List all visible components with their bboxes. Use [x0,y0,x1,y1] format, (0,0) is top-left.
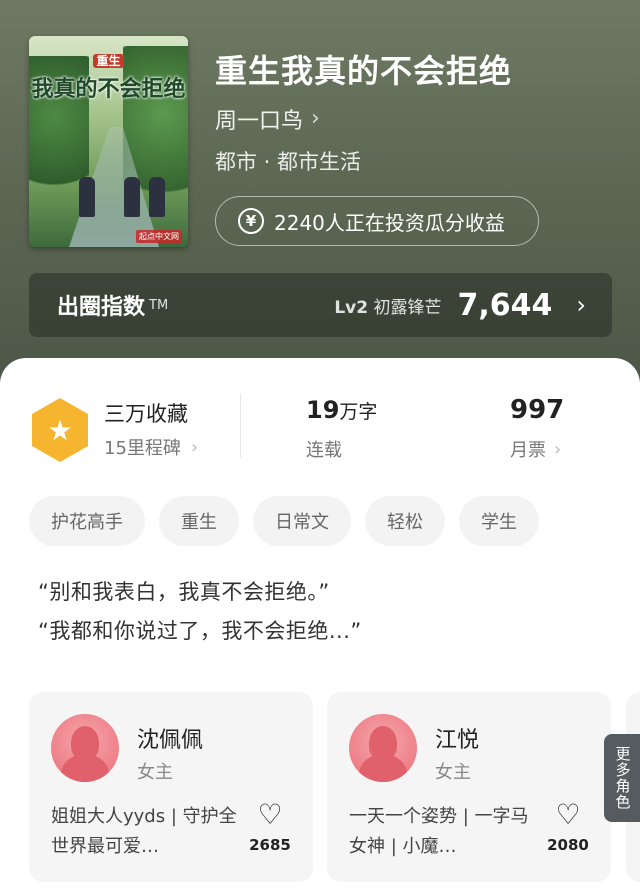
like-count: 2685 [249,836,291,854]
book-genre: 都市 · 都市生活 [215,150,362,174]
chevron-right-icon: › [190,436,199,458]
character-name: 江悦 [435,728,480,753]
character-role: 女主 [435,762,471,783]
character-like-button[interactable]: ♡ 2685 [245,798,295,855]
monthly-ticket-label: 月票 [510,440,546,461]
tag-chip[interactable]: 日常文 [253,496,351,546]
chevron-right-icon: › [554,438,562,460]
character-role: 女主 [137,762,173,783]
chevron-right-icon: › [576,291,586,319]
like-count: 2080 [547,836,589,854]
popularity-index-bar[interactable]: 出圈指数 TM Lv2 初露锋芒 7,644 › [29,273,612,337]
cover-rider [79,177,95,217]
book-header: 重生 我真的不会拒绝 起点中文网 重生我真的不会拒绝 周一口鸟 › 都市 · 都… [0,0,640,400]
author-name: 周一口鸟 [215,109,304,134]
stats-row: ★ 三万收藏 15里程碑 › 19万字 连载 997 月票 › [0,358,640,478]
yen-coin-icon: ¥ [238,208,264,234]
index-level: Lv2 初露锋芒 [334,297,442,318]
divider [240,394,241,458]
book-cover-image[interactable]: 重生 我真的不会拒绝 起点中文网 [29,36,188,247]
chevron-right-icon: › [311,106,320,131]
book-title: 重生我真的不会拒绝 [215,52,513,90]
character-card[interactable]: 江悦 女主 一天一个姿势 | 一字马女神 | 小魔… ♡ 2080 [327,692,611,882]
character-card[interactable]: 沈佩佩 女主 姐姐大人yyds | 守护全世界最可爱… ♡ 2685 [29,692,313,882]
cover-rider [124,177,140,217]
tag-chip[interactable]: 护花高手 [29,496,145,546]
character-description: 姐姐大人yyds | 守护全世界最可爱… [51,806,237,857]
index-label: 出圈指数 [57,295,146,320]
milestone-link[interactable]: 15里程碑 › [104,434,198,460]
tag-chip[interactable]: 轻松 [365,496,445,546]
more-characters-button[interactable]: 更多角色 [604,734,640,822]
word-count: 19万字 [306,396,378,424]
character-avatar [349,714,417,782]
cover-rider [149,177,165,217]
monthly-ticket-count: 997 [510,395,565,425]
character-list: 沈佩佩 女主 姐姐大人yyds | 守护全世界最可爱… ♡ 2685 江悦 女主… [29,692,640,882]
tag-list: 护花高手 重生 日常文 轻松 学生 [29,496,539,546]
character-name: 沈佩佩 [137,728,204,753]
cover-publisher-logo: 起点中文网 [136,230,182,243]
invest-button[interactable]: ¥ 2240人正在投资瓜分收益 [215,196,539,246]
index-summary: Lv2 初露锋芒 7,644 › [334,288,586,323]
character-like-button[interactable]: ♡ 2080 [543,798,593,855]
heart-icon: ♡ [257,798,283,831]
tag-chip[interactable]: 重生 [159,496,239,546]
index-value: 7,644 [457,287,553,323]
book-quote: “我都和你说过了，我不会拒绝...” [38,619,362,643]
monthly-ticket-link[interactable]: 月票 › [510,436,561,462]
book-detail-card: ★ 三万收藏 15里程碑 › 19万字 连载 997 月票 › 护花高手 重生 … [0,358,640,889]
star-badge-icon: ★ [32,398,88,462]
cover-title-art: 重生 我真的不会拒绝 [31,54,186,102]
heart-icon: ♡ [555,798,581,831]
collect-count: 三万收藏 [104,402,188,426]
trademark-mark: TM [149,297,169,313]
milestone-label: 15里程碑 [104,438,181,459]
invest-text: 2240人正在投资瓜分收益 [274,210,505,235]
tag-chip[interactable]: 学生 [459,496,539,546]
character-avatar [51,714,119,782]
serial-status: 连载 [306,440,342,461]
book-quote: “别和我表白，我真不会拒绝。” [38,580,330,604]
author-link[interactable]: 周一口鸟 › [215,103,320,135]
character-description: 一天一个姿势 | 一字马女神 | 小魔… [349,806,529,857]
